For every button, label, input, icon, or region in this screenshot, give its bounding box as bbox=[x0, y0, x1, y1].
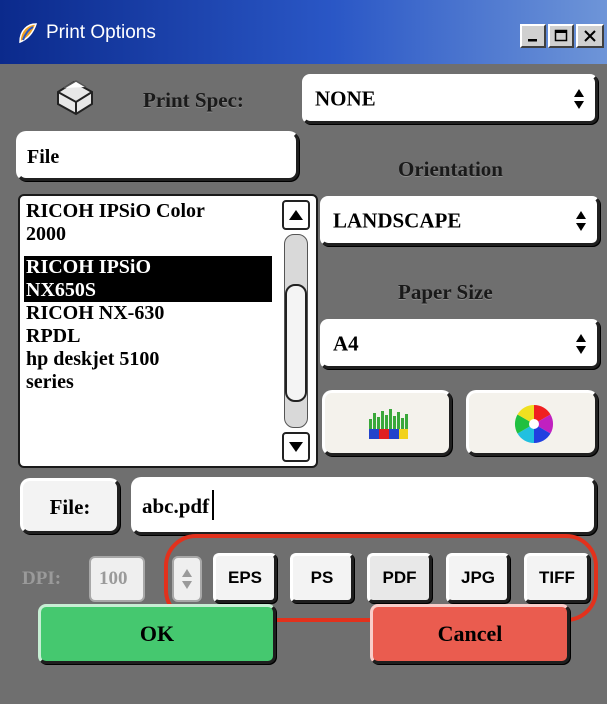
scroll-thumb[interactable] bbox=[285, 284, 307, 402]
window-title: Print Options bbox=[46, 22, 156, 43]
triangle-down-icon bbox=[289, 442, 303, 452]
printer-name-line2: NX650S bbox=[26, 279, 97, 301]
printer-name-line2: series bbox=[26, 371, 74, 393]
print-spec-select[interactable]: NONE bbox=[302, 74, 598, 124]
file-button[interactable]: File: bbox=[20, 478, 120, 534]
dpi-label: DPI: bbox=[22, 568, 62, 589]
scroll-up-button[interactable] bbox=[282, 200, 310, 230]
cancel-button[interactable]: Cancel bbox=[370, 604, 570, 664]
dpi-input[interactable]: 100 bbox=[89, 556, 145, 602]
minimize-button[interactable] bbox=[520, 24, 546, 48]
print-spec-label: Print Spec: bbox=[143, 88, 244, 112]
paper-size-value: A4 bbox=[333, 331, 359, 356]
printer-name-line1: RICOH IPSiO bbox=[26, 256, 152, 278]
filename-value: abc.pdf bbox=[142, 494, 210, 518]
list-item[interactable]: RICOH NX-630 RPDL bbox=[24, 302, 272, 348]
orientation-label: Orientation bbox=[398, 157, 503, 181]
printer-name-line2: 2000 bbox=[26, 223, 66, 245]
text-cursor-icon bbox=[212, 490, 214, 520]
orientation-value: LANDSCAPE bbox=[333, 208, 462, 233]
printer-list[interactable]: RICOH IPSiO Color 2000 RICOH IPSiO NX650… bbox=[18, 194, 318, 468]
close-button[interactable] bbox=[576, 24, 604, 48]
close-icon bbox=[584, 30, 596, 42]
destination-value: File bbox=[27, 146, 60, 168]
color-wheel-button[interactable] bbox=[466, 390, 598, 456]
orientation-select[interactable]: LANDSCAPE bbox=[320, 196, 600, 246]
maximize-icon bbox=[554, 29, 568, 42]
minimize-icon bbox=[528, 39, 537, 42]
print-spec-value: NONE bbox=[315, 86, 376, 111]
printer-name-line1: RICOH NX-630 bbox=[26, 302, 165, 324]
printer-name-line1: hp deskjet 5100 bbox=[26, 348, 160, 370]
triangle-up-icon bbox=[289, 210, 303, 220]
file-button-label: File: bbox=[49, 495, 91, 519]
dpi-value: 100 bbox=[99, 568, 128, 589]
list-scrollbar[interactable] bbox=[278, 198, 314, 464]
scroll-down-button[interactable] bbox=[282, 432, 310, 462]
up-down-arrows-icon bbox=[576, 211, 586, 231]
printer-icon bbox=[57, 80, 93, 116]
app-logo-icon bbox=[19, 23, 38, 44]
up-down-arrows-icon bbox=[576, 334, 586, 354]
printer-name-line2: RPDL bbox=[26, 325, 81, 347]
list-item[interactable]: hp deskjet 5100 series bbox=[24, 348, 272, 394]
paper-size-label: Paper Size bbox=[398, 280, 493, 304]
color-bars-button[interactable] bbox=[322, 390, 452, 456]
list-item-selected[interactable]: RICOH IPSiO NX650S bbox=[24, 256, 272, 302]
paper-size-select[interactable]: A4 bbox=[320, 319, 600, 369]
printer-name-line1: RICOH IPSiO Color bbox=[26, 200, 205, 222]
filename-input[interactable]: abc.pdf bbox=[131, 477, 597, 535]
color-wheel-icon bbox=[514, 404, 554, 444]
destination-field[interactable]: File bbox=[16, 131, 299, 181]
title-bar[interactable]: Print Options bbox=[0, 0, 607, 64]
ok-button[interactable]: OK bbox=[38, 604, 276, 664]
up-down-arrows-icon bbox=[574, 89, 584, 109]
maximize-button[interactable] bbox=[548, 24, 574, 48]
color-bars-icon bbox=[369, 409, 408, 439]
list-item[interactable]: RICOH IPSiO Color 2000 bbox=[24, 200, 272, 246]
print-options-window: Print Options Print Spec: NONE File RICO… bbox=[0, 0, 607, 704]
